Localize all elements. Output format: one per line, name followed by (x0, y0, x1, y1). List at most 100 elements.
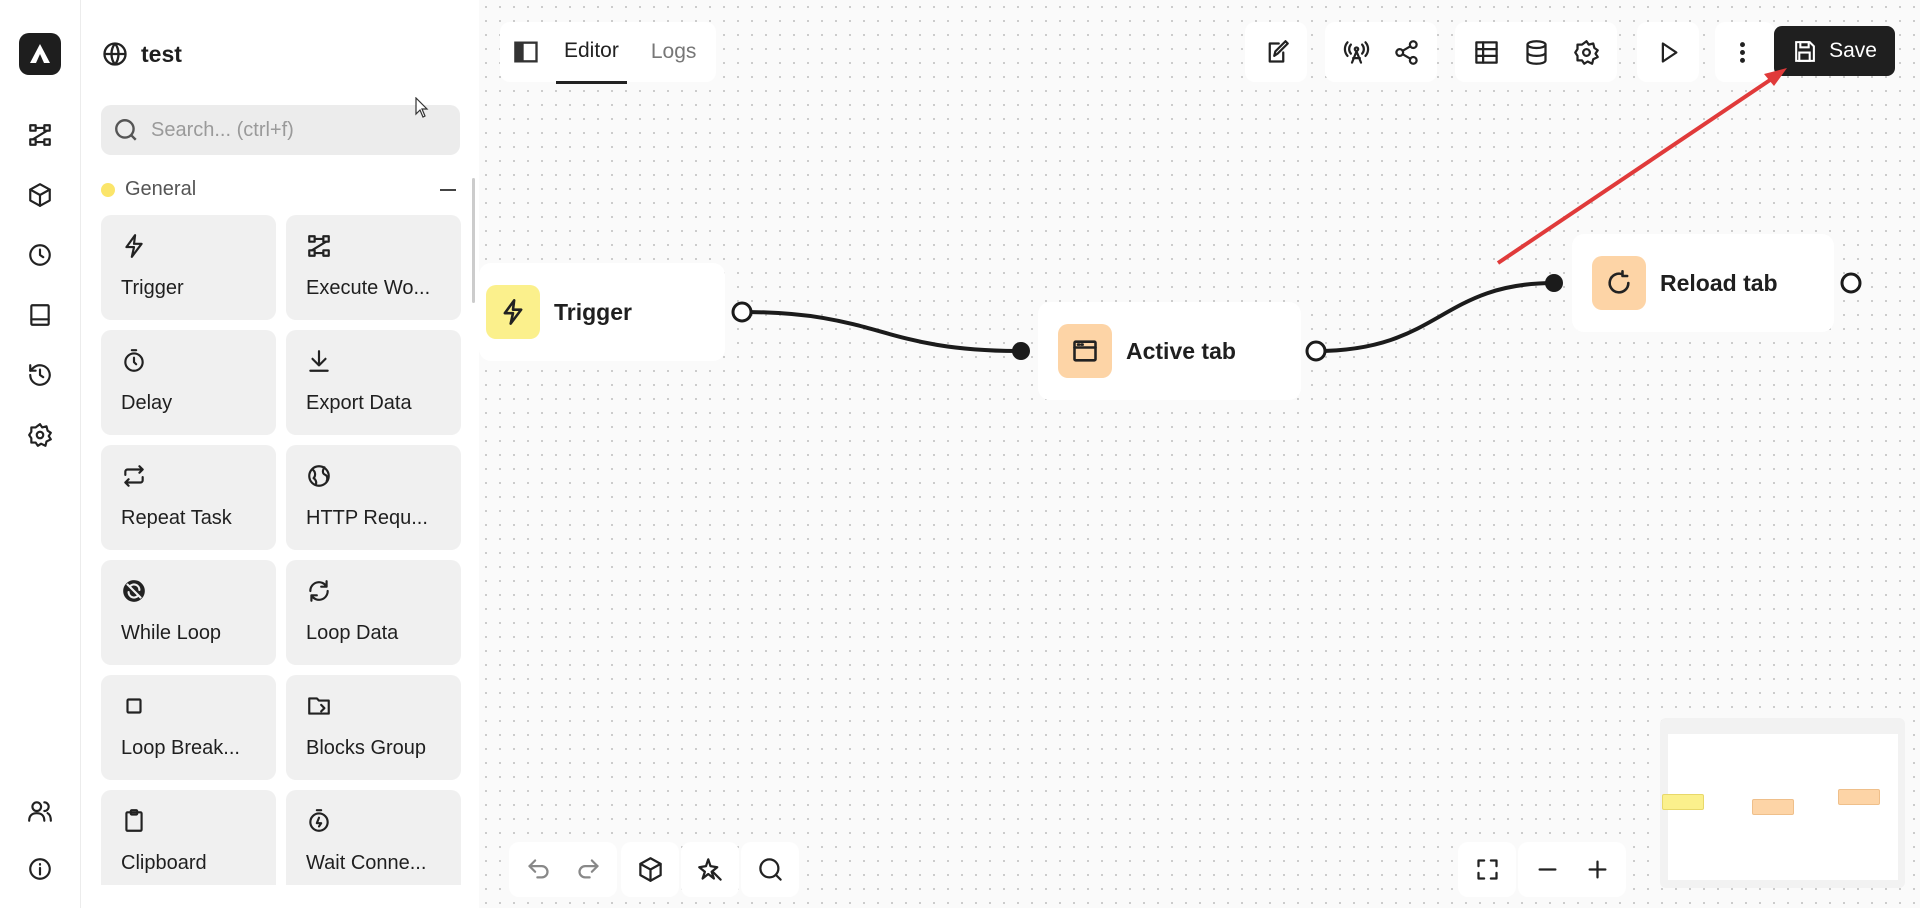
block-delay[interactable]: Delay (101, 330, 276, 435)
block-wait-connections[interactable]: Wait Conne... (286, 790, 461, 885)
block-label: Loop Data (306, 622, 399, 644)
plus-icon (1588, 860, 1606, 879)
toolbar-run-group (1637, 22, 1699, 82)
blocks-panel: test General Trigger Execute Wo... Delay… (81, 0, 479, 908)
package-button[interactable] (627, 847, 673, 893)
undo-icon (527, 859, 549, 879)
block-clipboard[interactable]: Clipboard (101, 790, 276, 885)
block-loop-data[interactable]: Loop Data (286, 560, 461, 665)
packages-nav-icon[interactable] (20, 175, 60, 215)
stopwatch-icon (309, 809, 329, 832)
repeat-icon (124, 465, 144, 487)
schedule-nav-icon[interactable] (20, 235, 60, 275)
node-icon-box (486, 285, 540, 339)
lightning-icon (125, 234, 143, 258)
timer-icon (124, 349, 144, 372)
stop-icon (126, 698, 142, 714)
node-label: Trigger (554, 298, 632, 325)
block-export-data[interactable]: Export Data (286, 330, 461, 435)
node-active-tab[interactable]: Active tab (1038, 302, 1301, 400)
collapse-icon[interactable] (440, 188, 456, 191)
block-loop-breakpoint[interactable]: Loop Break... (101, 675, 276, 780)
app-logo[interactable] (19, 33, 61, 75)
node-reload-tab[interactable]: Reload tab (1572, 234, 1834, 332)
zoom-out-button[interactable] (1524, 847, 1570, 893)
fullscreen-toolbar (1458, 842, 1516, 897)
more-options-button[interactable] (1719, 29, 1765, 75)
database-icon (1525, 39, 1547, 65)
globe-icon (308, 465, 330, 487)
undo-button[interactable] (515, 847, 561, 893)
editor-tabs: Editor Logs (500, 21, 717, 84)
canvas-search-button[interactable] (747, 847, 793, 893)
block-label: Clipboard (121, 852, 207, 874)
block-search[interactable] (101, 105, 460, 155)
redo-button[interactable] (565, 847, 611, 893)
play-icon (1661, 41, 1677, 63)
block-while-loop[interactable]: While Loop (101, 560, 276, 665)
node-trigger[interactable]: Trigger (479, 263, 725, 361)
broadcast-button[interactable] (1333, 29, 1379, 75)
edit-note-button[interactable] (1253, 29, 1299, 75)
block-label: Delay (121, 392, 173, 414)
node-label: Reload tab (1660, 269, 1778, 296)
workflows-nav-icon[interactable] (20, 115, 60, 155)
download-icon (309, 350, 329, 372)
block-http-request[interactable]: HTTP Requ... (286, 445, 461, 550)
node-label: Active tab (1126, 337, 1236, 364)
node-icon-box (1058, 324, 1112, 378)
gear-icon (1573, 39, 1599, 65)
block-repeat-task[interactable]: Repeat Task (101, 445, 276, 550)
block-label: Trigger (121, 277, 184, 299)
team-nav-icon[interactable] (20, 791, 60, 831)
broadcast-icon (1343, 40, 1369, 64)
about-nav-icon[interactable] (20, 849, 60, 889)
block-trigger[interactable]: Trigger (101, 215, 276, 320)
edit-note-icon (1268, 39, 1289, 63)
redo-icon (577, 859, 599, 879)
blocks-grid: Trigger Execute Wo... Delay Export Data … (101, 215, 461, 885)
block-label: Wait Conne... (306, 852, 427, 874)
package-toolbar (621, 842, 679, 897)
more-vertical-icon (1739, 41, 1745, 63)
loop-icon (123, 580, 145, 602)
search-toolbar (741, 842, 799, 897)
zoom-toolbar (1518, 842, 1626, 897)
history-nav-icon[interactable] (20, 355, 60, 395)
save-label: Save (1829, 39, 1877, 62)
block-blocks-group[interactable]: Blocks Group (286, 675, 461, 780)
auto-align-button[interactable] (687, 847, 733, 893)
tab-editor[interactable]: Editor (556, 21, 627, 84)
block-execute-workflow[interactable]: Execute Wo... (286, 215, 461, 320)
toolbar-data-group (1455, 22, 1617, 82)
search-input[interactable] (151, 118, 431, 142)
workflow-settings-button[interactable] (1563, 29, 1609, 75)
zoom-in-button[interactable] (1574, 847, 1620, 893)
fullscreen-icon (1476, 859, 1498, 880)
refresh-icon (309, 580, 329, 602)
settings-nav-icon[interactable] (20, 415, 60, 455)
fit-view-button[interactable] (1464, 847, 1510, 893)
database-button[interactable] (1513, 29, 1559, 75)
minimap-node-active-tab (1752, 799, 1794, 815)
run-button[interactable] (1645, 29, 1691, 75)
lightning-icon (503, 299, 523, 325)
save-icon (1795, 40, 1815, 62)
magic-toolbar (681, 842, 739, 897)
minimap[interactable] (1660, 718, 1905, 888)
tab-logs[interactable]: Logs (643, 22, 705, 82)
table-button[interactable] (1463, 29, 1509, 75)
sidebar-toggle-icon[interactable] (512, 38, 540, 66)
share-icon (1394, 39, 1418, 65)
node-icon-box (1592, 256, 1646, 310)
app-rail (0, 0, 81, 908)
save-button[interactable]: Save (1774, 26, 1895, 76)
search-icon (115, 119, 137, 141)
storage-nav-icon[interactable] (20, 295, 60, 335)
table-icon (1474, 40, 1498, 64)
block-label: Repeat Task (121, 507, 232, 529)
share-button[interactable] (1383, 29, 1429, 75)
panel-scrollbar[interactable] (472, 178, 475, 303)
category-general[interactable]: General (101, 178, 460, 201)
package-icon (638, 857, 662, 882)
